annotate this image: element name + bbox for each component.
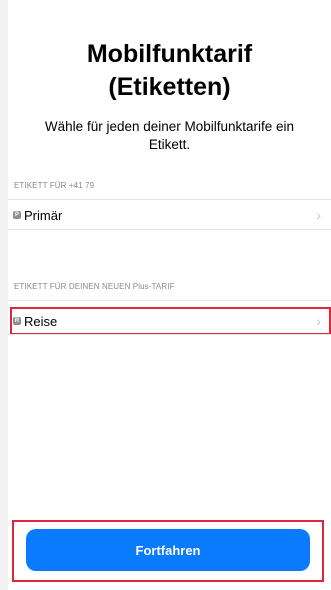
title-line-2: (Etiketten) <box>108 73 231 101</box>
tag-icon: P <box>13 211 21 219</box>
chevron-right-icon: › <box>316 313 321 329</box>
page-subtitle: Wähle für jeden deiner Mobilfunktarife e… <box>44 119 295 152</box>
divider <box>8 334 331 335</box>
section-header-new-plan: ETIKETT FÜR DEINEN NEUEN Plus-TARIF <box>14 282 175 291</box>
continue-button[interactable]: Fortfahren <box>26 529 310 571</box>
label-sheet: Mobilfunktarif (Etiketten) Wähle für jed… <box>8 0 331 590</box>
row-label: Primär <box>24 207 63 223</box>
row-primary-label[interactable]: P Primär › <box>10 201 331 229</box>
title-line-1: Mobilfunktarif <box>86 40 253 68</box>
row-travel-label[interactable]: R Reise › <box>10 307 331 335</box>
page-title: Mobilfunktarif (Etiketten) <box>8 38 331 104</box>
divider <box>8 229 331 230</box>
row-label: Reise <box>24 313 58 329</box>
divider <box>8 300 331 301</box>
divider <box>8 199 331 200</box>
chevron-right-icon: › <box>316 207 321 223</box>
tag-icon: R <box>13 317 21 325</box>
section-header-primary: ETIKETT FÜR +41 79 <box>14 181 95 190</box>
continue-button-highlight: Fortfahren <box>12 520 324 582</box>
